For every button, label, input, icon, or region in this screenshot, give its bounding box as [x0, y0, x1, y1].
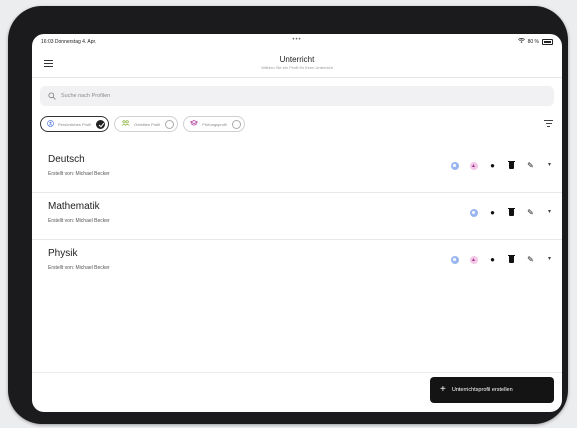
- people-icon: [121, 120, 130, 128]
- chip-exam-profile[interactable]: Prüfungsprofil: [183, 116, 245, 132]
- status-indicators: 80 %: [517, 38, 553, 45]
- search-placeholder: Suche nach Profilen: [61, 93, 111, 99]
- filter-icon[interactable]: [544, 120, 553, 128]
- create-profile-button[interactable]: + Unterrichtsprofil erstellen: [430, 377, 554, 403]
- page-subtitle: Wählen Sie ein Profil für Ihren Unterric…: [261, 65, 333, 70]
- pencil-icon[interactable]: ✎: [526, 161, 535, 170]
- trash-icon[interactable]: [507, 254, 516, 264]
- search-icon: [48, 92, 56, 100]
- profile-author: Erstellt von: Michael Becker: [48, 265, 110, 271]
- profile-actions: ● ✎ ▾: [469, 207, 554, 217]
- chevron-down-icon[interactable]: ▾: [545, 161, 554, 170]
- profile-title: Mathematik: [48, 201, 100, 212]
- profile-row-physik[interactable]: Physik Erstellt von: Michael Becker ▲ ● …: [32, 240, 562, 286]
- profile-filter-chips: Persönliches Profil Geteiltes Profil Prü…: [40, 116, 245, 132]
- header-divider: [32, 77, 562, 78]
- search-input[interactable]: Suche nach Profilen: [40, 86, 554, 106]
- profile-row-deutsch[interactable]: Deutsch Erstellt von: Michael Becker ▲ ●…: [32, 146, 562, 192]
- profile-actions: ▲ ● ✎ ▾: [450, 160, 554, 170]
- chip-label: Persönliches Profil: [58, 121, 92, 127]
- chip-shared-profile[interactable]: Geteiltes Profil: [114, 116, 179, 132]
- chevron-down-icon[interactable]: ▾: [545, 255, 554, 264]
- chip-label: Prüfungsprofil: [202, 121, 227, 127]
- profile-author: Erstellt von: Michael Becker: [48, 171, 110, 177]
- graduation-cap-icon: [189, 120, 199, 128]
- profile-row-mathematik[interactable]: Mathematik Erstellt von: Michael Becker …: [32, 193, 562, 239]
- pencil-icon[interactable]: ✎: [526, 255, 535, 264]
- profile-title: Physik: [48, 248, 78, 259]
- radio-icon: [165, 119, 175, 129]
- trash-icon[interactable]: [507, 160, 516, 170]
- apple-icon[interactable]: ●: [488, 161, 497, 170]
- status-bar: 16:03 Donnerstag 4. Apr. ••• 80 %: [32, 34, 562, 48]
- apple-icon[interactable]: ●: [488, 208, 497, 217]
- page-title: Unterricht: [279, 55, 315, 64]
- personal-profile-icon[interactable]: [450, 161, 459, 170]
- radio-icon: [231, 119, 241, 129]
- personal-profile-icon[interactable]: [469, 208, 478, 217]
- user-circle-icon: [47, 119, 54, 129]
- multitask-dots[interactable]: •••: [32, 37, 562, 43]
- profile-title: Deutsch: [48, 154, 85, 165]
- pencil-icon[interactable]: ✎: [526, 208, 535, 217]
- personal-profile-icon[interactable]: [450, 255, 459, 264]
- check-icon: [96, 119, 106, 129]
- ipad-frame: 16:03 Donnerstag 4. Apr. ••• 80 % Unterr…: [8, 6, 568, 424]
- profile-author: Erstellt von: Michael Becker: [48, 218, 110, 224]
- graduation-cap-icon[interactable]: ▲: [469, 161, 478, 170]
- apple-icon[interactable]: ●: [488, 255, 497, 264]
- wifi-icon: [517, 38, 525, 45]
- battery-icon: [542, 38, 553, 45]
- app-screen: 16:03 Donnerstag 4. Apr. ••• 80 % Unterr…: [32, 34, 562, 412]
- plus-icon: +: [440, 384, 446, 395]
- chip-label: Geteiltes Profil: [134, 121, 161, 127]
- battery-percent: 80 %: [527, 38, 539, 45]
- trash-icon[interactable]: [507, 207, 516, 217]
- create-profile-label: Unterrichtsprofil erstellen: [451, 387, 513, 393]
- bottom-divider: [32, 372, 562, 373]
- chevron-down-icon[interactable]: ▾: [545, 208, 554, 217]
- profile-actions: ▲ ● ✎ ▾: [450, 254, 554, 264]
- chip-personal-profile[interactable]: Persönliches Profil: [40, 116, 110, 132]
- graduation-cap-icon[interactable]: ▲: [469, 255, 478, 264]
